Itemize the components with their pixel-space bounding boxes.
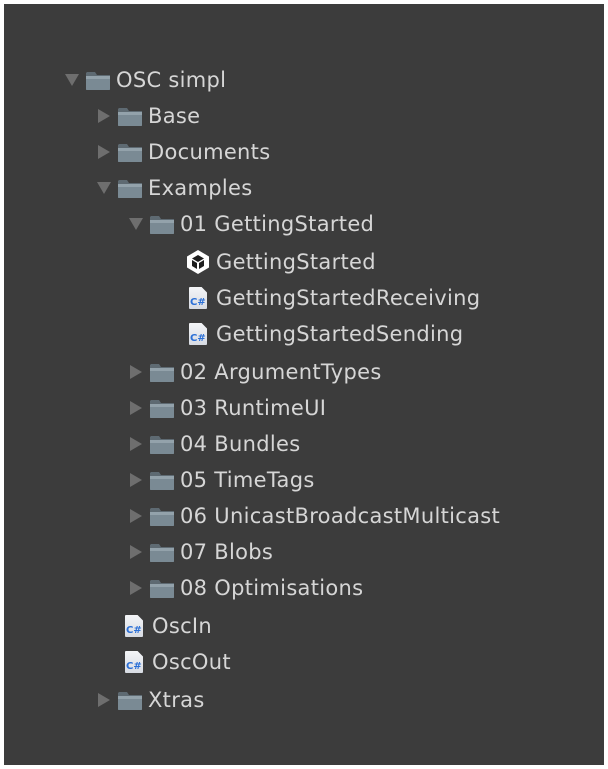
project-tree: OSC simpl Base Documents Examples 01 Get… — [4, 4, 604, 765]
tree-item-label: OscOut — [152, 650, 231, 674]
expand-arrow-icon[interactable] — [124, 206, 148, 242]
expand-arrow-icon[interactable] — [92, 170, 116, 206]
folder-icon — [148, 498, 176, 534]
collapse-arrow-icon[interactable] — [124, 390, 148, 426]
folder-icon — [148, 462, 176, 498]
folder-icon — [148, 206, 176, 242]
collapse-arrow-icon[interactable] — [92, 134, 116, 170]
tree-item-oscin[interactable]: C# OscIn — [96, 608, 212, 644]
indent-spacer — [96, 608, 120, 644]
tree-item-label: GettingStarted — [216, 250, 376, 274]
csharp-badge: C# — [190, 333, 206, 344]
tree-item-06-unicastbroadcastmulticast[interactable]: 06 UnicastBroadcastMulticast — [124, 498, 500, 534]
collapse-arrow-icon[interactable] — [124, 570, 148, 606]
tree-item-gettingstartedreceiving[interactable]: C# GettingStartedReceiving — [160, 280, 480, 316]
tree-item-examples[interactable]: Examples — [92, 170, 252, 206]
csharp-script-icon: C# — [184, 280, 212, 316]
tree-item-documents[interactable]: Documents — [92, 134, 270, 170]
project-panel: OSC simpl Base Documents Examples 01 Get… — [4, 4, 604, 765]
folder-icon — [116, 682, 144, 718]
csharp-script-icon: C# — [184, 316, 212, 352]
unity-scene-icon — [184, 244, 212, 280]
tree-item-label: 04 Bundles — [180, 432, 301, 456]
tree-item-label: OSC simpl — [116, 68, 227, 92]
tree-item-label: 05 TimeTags — [180, 468, 315, 492]
indent-spacer — [96, 644, 120, 680]
folder-icon — [116, 170, 144, 206]
collapse-arrow-icon[interactable] — [124, 534, 148, 570]
tree-item-label: Base — [148, 104, 201, 128]
tree-item-07-blobs[interactable]: 07 Blobs — [124, 534, 273, 570]
collapse-arrow-icon[interactable] — [124, 426, 148, 462]
tree-item-05-timetags[interactable]: 05 TimeTags — [124, 462, 315, 498]
folder-icon — [148, 390, 176, 426]
folder-icon — [84, 62, 112, 98]
tree-item-label: Xtras — [148, 688, 205, 712]
tree-item-base[interactable]: Base — [92, 98, 200, 134]
folder-icon — [148, 570, 176, 606]
csharp-badge: C# — [126, 661, 142, 672]
folder-icon — [148, 534, 176, 570]
csharp-badge: C# — [126, 625, 142, 636]
collapse-arrow-icon[interactable] — [92, 98, 116, 134]
folder-icon — [116, 134, 144, 170]
tree-item-label: 08 Optimisations — [180, 576, 364, 600]
tree-item-label: 01 GettingStarted — [180, 212, 375, 236]
tree-item-label: OscIn — [152, 614, 213, 638]
collapse-arrow-icon[interactable] — [124, 498, 148, 534]
tree-item-label: Documents — [148, 140, 271, 164]
tree-item-label: 02 ArgumentTypes — [180, 360, 382, 384]
tree-item-xtras[interactable]: Xtras — [92, 682, 205, 718]
tree-item-label: GettingStartedReceiving — [216, 286, 481, 310]
tree-item-gettingstartedsending[interactable]: C# GettingStartedSending — [160, 316, 463, 352]
tree-item-osc-simpl[interactable]: OSC simpl — [60, 62, 226, 98]
tree-item-label: GettingStartedSending — [216, 322, 464, 346]
csharp-script-icon: C# — [120, 608, 148, 644]
csharp-badge: C# — [190, 297, 206, 308]
tree-item-08-optimisations[interactable]: 08 Optimisations — [124, 570, 363, 606]
tree-item-04-bundles[interactable]: 04 Bundles — [124, 426, 300, 462]
collapse-arrow-icon[interactable] — [124, 462, 148, 498]
folder-icon — [148, 354, 176, 390]
collapse-arrow-icon[interactable] — [124, 354, 148, 390]
collapse-arrow-icon[interactable] — [92, 682, 116, 718]
tree-item-label: 06 UnicastBroadcastMulticast — [180, 504, 501, 528]
tree-item-02-argumenttypes[interactable]: 02 ArgumentTypes — [124, 354, 382, 390]
tree-item-label: 03 RuntimeUI — [180, 396, 327, 420]
folder-icon — [148, 426, 176, 462]
indent-spacer — [160, 280, 184, 316]
expand-arrow-icon[interactable] — [60, 62, 84, 98]
folder-icon — [116, 98, 144, 134]
tree-item-gettingstarted-scene[interactable]: GettingStarted — [160, 244, 376, 280]
csharp-script-icon: C# — [120, 644, 148, 680]
tree-item-label: 07 Blobs — [180, 540, 274, 564]
tree-item-03-runtimeui[interactable]: 03 RuntimeUI — [124, 390, 326, 426]
tree-item-01-gettingstarted[interactable]: 01 GettingStarted — [124, 206, 374, 242]
indent-spacer — [160, 244, 184, 280]
indent-spacer — [160, 316, 184, 352]
tree-item-oscout[interactable]: C# OscOut — [96, 644, 231, 680]
tree-item-label: Examples — [148, 176, 253, 200]
